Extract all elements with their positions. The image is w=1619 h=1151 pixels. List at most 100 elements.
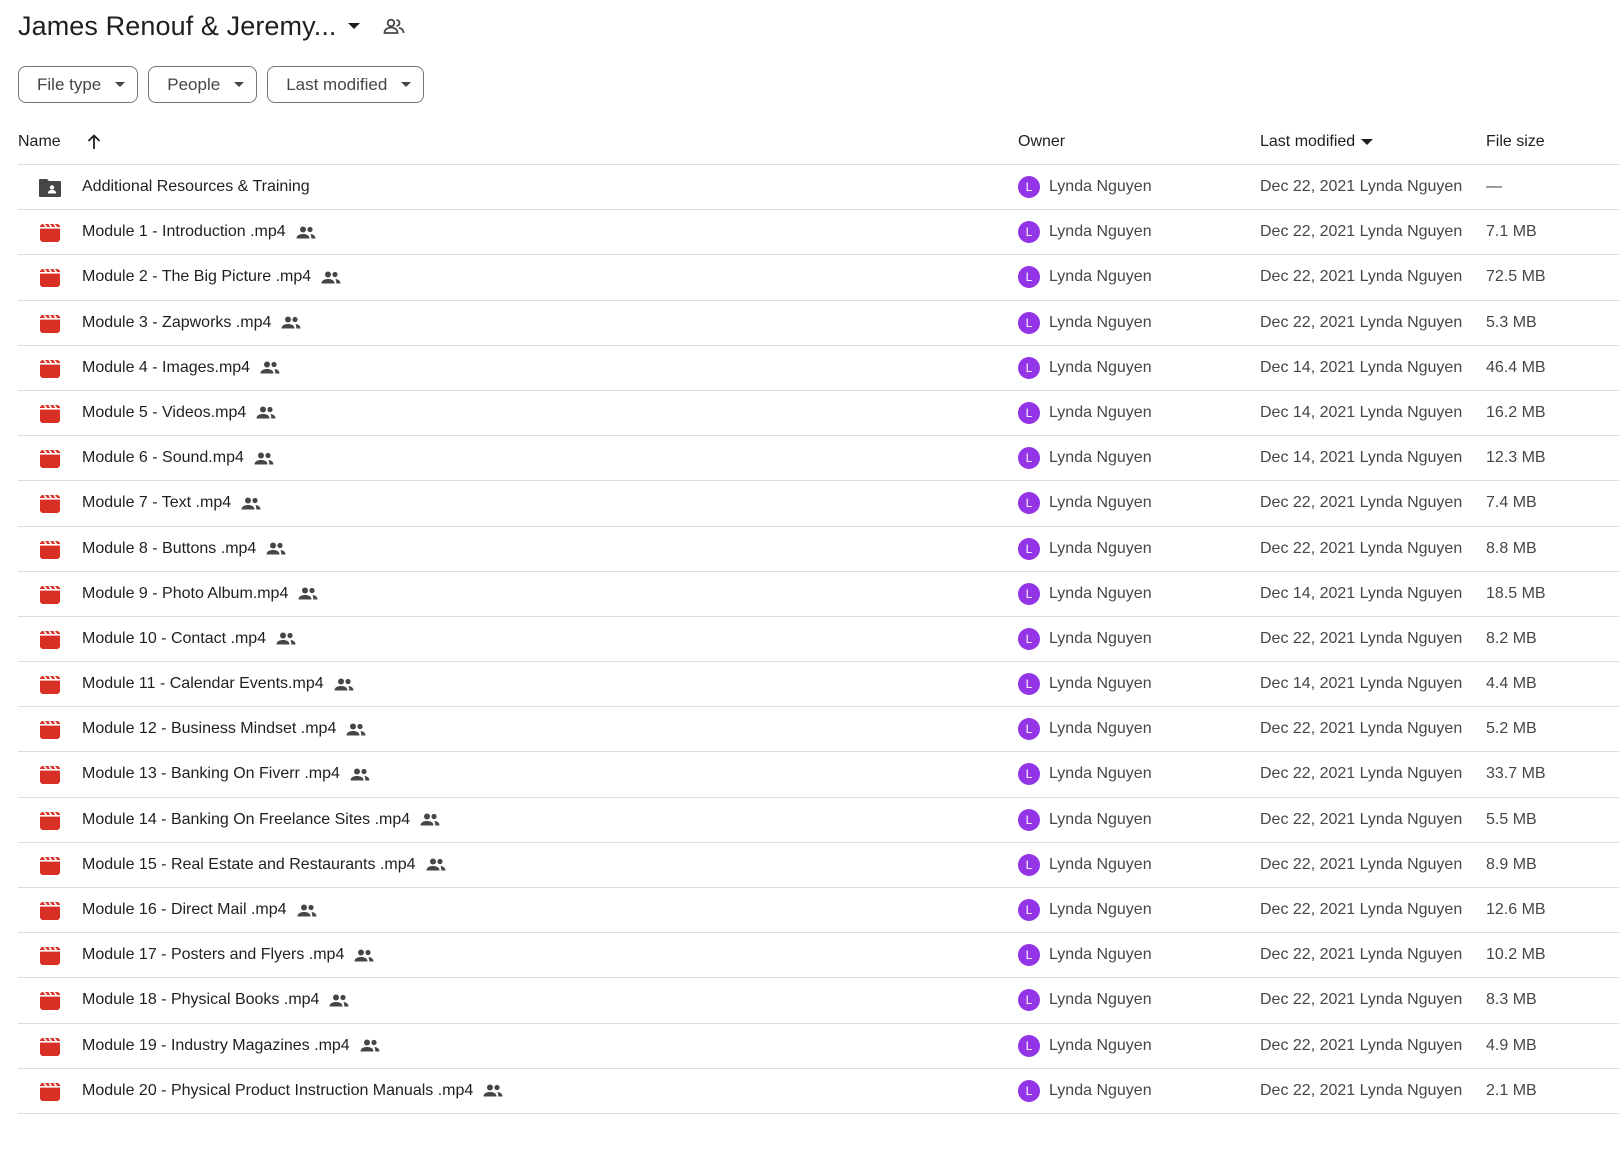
last-modified-cell: Dec 22, 2021 Lynda Nguyen: [1260, 946, 1463, 964]
file-row[interactable]: Module 18 - Physical Books .mp4 L Lynda Ng…: [18, 978, 1619, 1024]
filter-label: File type: [37, 74, 102, 94]
file-row[interactable]: Module 6 - Sound.mp4 L Lynda Nguyen Dec 14,…: [18, 436, 1619, 482]
owner-cell: L Lynda Nguyen: [1018, 627, 1152, 650]
file-name[interactable]: Module 2 - The Big Picture .mp4: [82, 268, 341, 286]
table-body: Additional Resources & Training L Lynda Ng…: [18, 165, 1619, 1114]
file-size-cell: 8.9 MB: [1486, 855, 1537, 873]
file-name-text: Module 7 - Text .mp4: [82, 494, 232, 512]
avatar[interactable]: L: [1018, 673, 1040, 696]
avatar[interactable]: L: [1018, 582, 1040, 605]
file-name[interactable]: Module 3 - Zapworks .mp4: [82, 314, 301, 332]
last-modified-cell: Dec 22, 2021 Lynda Nguyen: [1260, 720, 1463, 738]
avatar[interactable]: L: [1018, 989, 1040, 1012]
avatar[interactable]: L: [1018, 718, 1040, 741]
file-name[interactable]: Module 10 - Contact .mp4: [82, 630, 296, 648]
avatar[interactable]: L: [1018, 447, 1040, 470]
avatar[interactable]: L: [1018, 1034, 1040, 1057]
video-file-icon: [38, 539, 62, 561]
file-name[interactable]: Module 16 - Direct Mail .mp4: [82, 901, 317, 919]
folder-title[interactable]: James Renouf & Jeremy...: [18, 11, 337, 42]
sort-ascending-arrow-icon[interactable]: [87, 134, 101, 150]
shared-folder-icon[interactable]: [383, 17, 405, 35]
file-name[interactable]: Module 15 - Real Estate and Restaurants …: [82, 856, 446, 874]
file-row[interactable]: Module 2 - The Big Picture .mp4 L Lynda Ng…: [18, 255, 1619, 301]
file-name[interactable]: Module 20 - Physical Product Instruction…: [82, 1082, 503, 1100]
avatar[interactable]: L: [1018, 401, 1040, 424]
avatar[interactable]: L: [1018, 808, 1040, 831]
shared-people-icon: [254, 452, 274, 465]
owner-cell: L Lynda Nguyen: [1018, 808, 1152, 831]
column-header-last-modified[interactable]: Last modified: [1260, 133, 1374, 151]
file-row[interactable]: Module 7 - Text .mp4 L Lynda Nguyen Dec 22,…: [18, 481, 1619, 527]
owner-cell: L Lynda Nguyen: [1018, 356, 1152, 379]
file-name[interactable]: Module 9 - Photo Album.mp4: [82, 585, 318, 603]
folder-row[interactable]: Additional Resources & Training L Lynda Ng…: [18, 165, 1619, 211]
file-name[interactable]: Module 14 - Banking On Freelance Sites .…: [82, 811, 440, 829]
file-row[interactable]: Module 3 - Zapworks .mp4 L Lynda Nguyen Dec…: [18, 301, 1619, 346]
file-size-cell: 8.2 MB: [1486, 629, 1537, 647]
file-name-text: Module 3 - Zapworks .mp4: [82, 313, 272, 331]
file-row[interactable]: Module 4 - Images.mp4 L Lynda Nguyen Dec 14…: [18, 346, 1619, 391]
file-name[interactable]: Module 4 - Images.mp4: [82, 359, 280, 377]
column-header-file-size[interactable]: File size: [1486, 133, 1545, 151]
file-row[interactable]: Module 1 - Introduction .mp4 L Lynda Nguye…: [18, 210, 1619, 256]
video-file-icon: [38, 945, 62, 967]
avatar[interactable]: L: [1018, 266, 1040, 289]
file-name[interactable]: Module 5 - Videos.mp4: [82, 404, 276, 422]
filter-last-modified[interactable]: Last modified: [267, 66, 425, 103]
file-name[interactable]: Module 17 - Posters and Flyers .mp4: [82, 946, 374, 964]
file-size-cell: 4.4 MB: [1486, 675, 1537, 693]
file-name[interactable]: Module 18 - Physical Books .mp4: [82, 991, 349, 1009]
video-file-icon: [38, 810, 62, 832]
filter-file-type[interactable]: File type: [18, 66, 139, 103]
file-size-cell: 4.9 MB: [1486, 1036, 1537, 1054]
file-row[interactable]: Module 11 - Calendar Events.mp4 L Lynda Ng…: [18, 662, 1619, 708]
file-name[interactable]: Module 11 - Calendar Events.mp4: [82, 675, 354, 693]
avatar[interactable]: L: [1018, 176, 1040, 198]
shared-people-icon: [346, 723, 366, 736]
avatar[interactable]: L: [1018, 537, 1040, 560]
shared-people-icon: [297, 904, 317, 917]
file-row[interactable]: Module 17 - Posters and Flyers .mp4 L Lynd…: [18, 933, 1619, 979]
file-name[interactable]: Module 19 - Industry Magazines .mp4: [82, 1037, 380, 1055]
file-row[interactable]: Module 5 - Videos.mp4 L Lynda Nguyen Dec 14…: [18, 391, 1619, 437]
owner-cell: L Lynda Nguyen: [1018, 1079, 1152, 1102]
avatar[interactable]: L: [1018, 356, 1040, 379]
file-name[interactable]: Additional Resources & Training: [82, 178, 310, 196]
file-row[interactable]: Module 14 - Banking On Freelance Sites .…: [18, 798, 1619, 843]
avatar[interactable]: L: [1018, 944, 1040, 967]
file-name[interactable]: Module 7 - Text .mp4: [82, 494, 261, 512]
file-row[interactable]: Module 8 - Buttons .mp4 L Lynda Nguyen Dec …: [18, 527, 1619, 572]
file-name[interactable]: Module 1 - Introduction .mp4: [82, 223, 316, 241]
file-row[interactable]: Module 9 - Photo Album.mp4 L Lynda Nguyen D…: [18, 572, 1619, 617]
avatar[interactable]: L: [1018, 1079, 1040, 1102]
avatar[interactable]: L: [1018, 221, 1040, 244]
avatar[interactable]: L: [1018, 492, 1040, 515]
file-name-text: Additional Resources & Training: [82, 178, 310, 195]
file-row[interactable]: Module 20 - Physical Product Instruction…: [18, 1069, 1619, 1114]
file-row[interactable]: Module 13 - Banking On Fiverr .mp4 L Lynda…: [18, 752, 1619, 798]
column-header-owner[interactable]: Owner: [1018, 133, 1065, 151]
avatar[interactable]: L: [1018, 763, 1040, 786]
owner-name: Lynda Nguyen: [1049, 178, 1152, 195]
video-file-icon: [38, 674, 62, 696]
owner-name: Lynda Nguyen: [1049, 313, 1152, 331]
sort-caret-down-icon: [1361, 138, 1374, 146]
file-name[interactable]: Module 6 - Sound.mp4: [82, 449, 274, 467]
file-row[interactable]: Module 19 - Industry Magazines .mp4 L Lynd…: [18, 1024, 1619, 1069]
column-header-name[interactable]: Name: [18, 133, 101, 151]
file-row[interactable]: Module 12 - Business Mindset .mp4 L Lynda …: [18, 707, 1619, 753]
filter-people[interactable]: People: [148, 66, 258, 103]
folder-menu-caret-icon[interactable]: [347, 22, 361, 30]
owner-name: Lynda Nguyen: [1049, 901, 1152, 918]
file-row[interactable]: Module 10 - Contact .mp4 L Lynda Nguyen Dec…: [18, 617, 1619, 663]
avatar[interactable]: L: [1018, 899, 1040, 921]
file-name[interactable]: Module 8 - Buttons .mp4: [82, 540, 286, 558]
file-name[interactable]: Module 13 - Banking On Fiverr .mp4: [82, 765, 370, 783]
file-name[interactable]: Module 12 - Business Mindset .mp4: [82, 720, 366, 738]
file-row[interactable]: Module 16 - Direct Mail .mp4 L Lynda Nguye…: [18, 888, 1619, 934]
avatar[interactable]: L: [1018, 627, 1040, 650]
avatar[interactable]: L: [1018, 853, 1040, 876]
file-row[interactable]: Module 15 - Real Estate and Restaurants …: [18, 843, 1619, 888]
avatar[interactable]: L: [1018, 311, 1040, 334]
